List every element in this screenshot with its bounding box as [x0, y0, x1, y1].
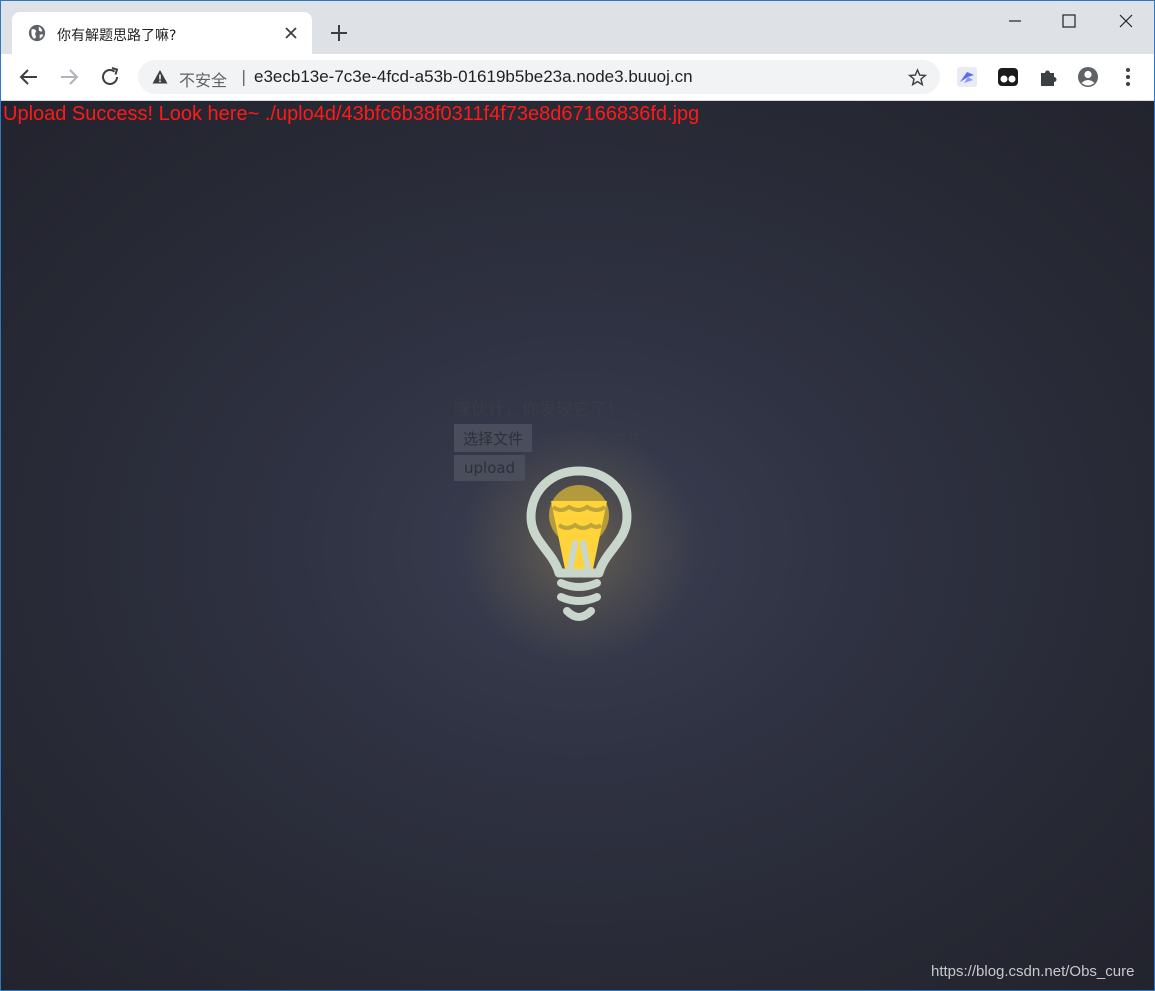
maximize-icon[interactable] — [1057, 9, 1081, 33]
extensions-puzzle-icon[interactable] — [1037, 66, 1059, 88]
page-content: Upload Success! Look here~ ./uplo4d/43bf… — [1, 101, 1154, 990]
watermark: https://blog.csdn.net/Obs_cure — [931, 963, 1135, 980]
lightbulb-icon — [526, 466, 632, 621]
minimize-icon[interactable] — [1003, 9, 1027, 33]
close-tab-icon[interactable] — [282, 24, 300, 42]
profile-avatar-icon[interactable] — [1077, 66, 1099, 88]
bookmark-star-icon[interactable] — [908, 68, 927, 87]
upload-button[interactable]: upload — [454, 455, 526, 481]
url-separator: | — [241, 67, 247, 86]
prompt-text: 嘿伙计，你发现它了！ — [454, 400, 624, 420]
extension-bird-icon[interactable] — [956, 66, 978, 88]
url-text[interactable]: e3ecb13e-7c3e-4fcd-a53b-01619b5be23a.nod… — [254, 67, 693, 87]
globe-icon — [28, 24, 46, 42]
close-window-icon[interactable] — [1114, 9, 1138, 33]
warning-icon[interactable] — [152, 69, 168, 85]
menu-kebab-icon[interactable] — [1117, 66, 1139, 88]
tab-strip: 你有解题思路了嘛? — [1, 1, 1154, 54]
forward-arrow-icon[interactable] — [57, 65, 81, 89]
browser-window: 你有解题思路了嘛? 不安全 | e3ecb13e-7c3e-4fcd-a53b-… — [0, 0, 1155, 991]
choose-file-button[interactable]: 选择文件 — [454, 424, 533, 452]
browser-tab[interactable]: 你有解题思路了嘛? — [12, 12, 312, 54]
new-tab-icon[interactable] — [329, 23, 349, 43]
no-file-selected-label: 未选择任何文件 — [538, 429, 644, 448]
insecure-label[interactable]: 不安全 — [179, 67, 227, 91]
upload-form: 嘿伙计，你发现它了！ 选择文件 未选择任何文件 upload — [454, 397, 643, 481]
reload-icon[interactable] — [98, 65, 122, 89]
extension-tampermonkey-icon[interactable] — [997, 66, 1019, 88]
address-bar[interactable]: 不安全 | e3ecb13e-7c3e-4fcd-a53b-01619b5be2… — [138, 60, 940, 94]
upload-success-message: Upload Success! Look here~ ./uplo4d/43bf… — [3, 103, 700, 125]
back-arrow-icon[interactable] — [17, 65, 41, 89]
file-input-row: 选择文件 未选择任何文件 — [454, 423, 643, 453]
tab-title: 你有解题思路了嘛? — [57, 28, 177, 44]
browser-toolbar: 不安全 | e3ecb13e-7c3e-4fcd-a53b-01619b5be2… — [1, 54, 1154, 101]
